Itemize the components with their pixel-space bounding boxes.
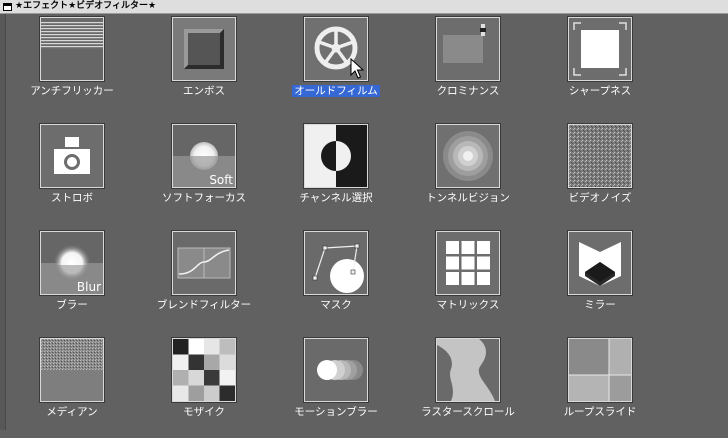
title-bar: ★エフェクト★ビデオフィルター★	[0, 0, 728, 14]
effect-label: ループスライド	[563, 406, 637, 418]
effect-label-selected: オールドフィルム	[292, 85, 380, 97]
effect-item-video-noise[interactable]: ビデオノイズ	[550, 123, 650, 224]
effect-item-mirror[interactable]: ミラー	[550, 230, 650, 331]
effect-label: ストロボ	[51, 192, 93, 204]
effect-item-mosaic[interactable]: モザイク	[154, 337, 254, 438]
channel-select-icon	[303, 123, 369, 189]
effect-label: クロミナンス	[436, 85, 500, 97]
effect-label: メディアン	[46, 406, 98, 418]
effect-label: モザイク	[183, 406, 225, 418]
effect-item-anti-flicker[interactable]: アンチフリッカー	[22, 16, 122, 117]
strobe-icon	[39, 123, 105, 189]
effect-item-blend-filter[interactable]: ブレンドフィルター	[154, 230, 254, 331]
effect-item-motion-blur[interactable]: モーションブラー	[286, 337, 386, 438]
effect-label: エンボス	[183, 85, 225, 97]
effect-item-soft-focus[interactable]: Soft ソフトフォーカス	[154, 123, 254, 224]
effect-item-strobe[interactable]: ストロボ	[22, 123, 122, 224]
blend-filter-icon	[171, 230, 237, 296]
blur-overlay-text: Blur	[77, 280, 101, 294]
mask-icon	[303, 230, 369, 296]
effect-item-loop-slide[interactable]: ループスライド	[550, 337, 650, 438]
left-panel-edge	[0, 14, 6, 430]
blur-icon: Blur	[39, 230, 105, 296]
soft-focus-icon: Soft	[171, 123, 237, 189]
effect-label: ミラー	[584, 299, 616, 311]
effect-label: マトリックス	[436, 299, 500, 311]
anti-flicker-icon	[39, 16, 105, 82]
effect-label: ラスタースクロール	[421, 406, 515, 418]
effect-label: アンチフリッカー	[30, 85, 114, 97]
raster-scroll-icon	[435, 337, 501, 403]
effect-item-emboss[interactable]: エンボス	[154, 16, 254, 117]
matrix-icon	[435, 230, 501, 296]
effect-item-sharpness[interactable]: シャープネス	[550, 16, 650, 117]
mosaic-icon	[171, 337, 237, 403]
effect-label: ブレンドフィルター	[156, 299, 252, 311]
effect-label: チャンネル選択	[299, 192, 373, 204]
soft-overlay-text: Soft	[209, 173, 233, 187]
effect-item-blur[interactable]: Blur ブラー	[22, 230, 122, 331]
effect-item-mask[interactable]: マスク	[286, 230, 386, 331]
effect-item-matrix[interactable]: マトリックス	[418, 230, 518, 331]
effect-label: モーションブラー	[294, 406, 378, 418]
median-icon	[39, 337, 105, 403]
effect-item-old-film[interactable]: オールドフィルム	[286, 16, 386, 117]
effect-item-tunnel-vision[interactable]: トンネルビジョン	[418, 123, 518, 224]
loop-slide-icon	[567, 337, 633, 403]
video-noise-icon	[567, 123, 633, 189]
chrominance-icon	[435, 16, 501, 82]
tunnel-vision-icon	[435, 123, 501, 189]
emboss-icon	[171, 16, 237, 82]
mirror-icon	[567, 230, 633, 296]
effect-item-channel-select[interactable]: チャンネル選択	[286, 123, 386, 224]
effect-label: トンネルビジョン	[426, 192, 510, 204]
sharpness-icon	[567, 16, 633, 82]
effect-item-median[interactable]: メディアン	[22, 337, 122, 438]
effect-label: ブラー	[56, 299, 88, 311]
effect-item-raster-scroll[interactable]: ラスタースクロール	[418, 337, 518, 438]
effect-label: シャープネス	[568, 85, 632, 97]
motion-blur-icon	[303, 337, 369, 403]
effect-label: ソフトフォーカス	[162, 192, 246, 204]
window-icon[interactable]	[3, 2, 12, 11]
window-title: ★エフェクト★ビデオフィルター★	[15, 1, 157, 11]
old-film-icon	[303, 16, 369, 82]
effect-label: マスク	[320, 299, 352, 311]
effect-label: ビデオノイズ	[568, 192, 632, 204]
effect-item-chrominance[interactable]: クロミナンス	[418, 16, 518, 117]
